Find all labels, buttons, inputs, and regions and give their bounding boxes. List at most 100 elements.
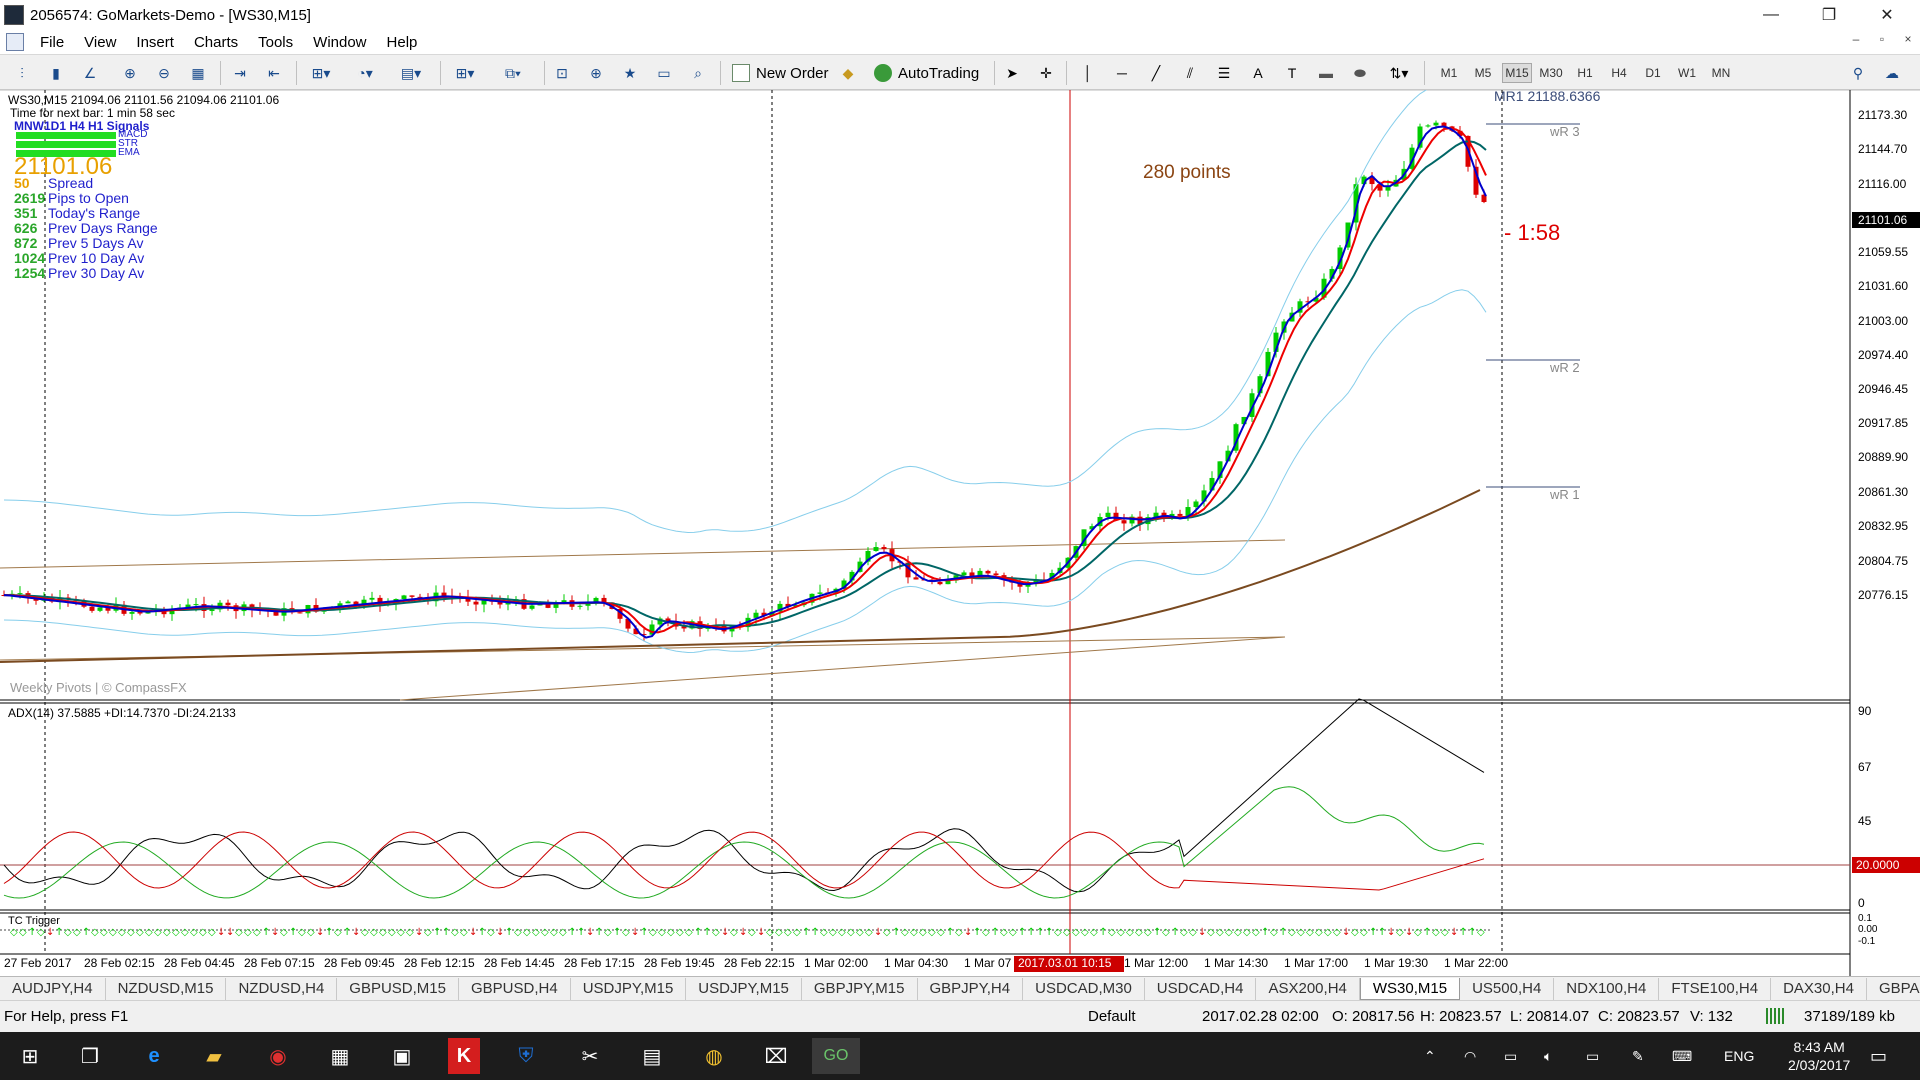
chart-canvas[interactable]: ◇ ◇ ↑ ◇ ↓ ↑ ◇ ◇ ↑ ◇ ◇ ◇ ◇ ◇ ◇ ◇ ◇ ◇ ◇ ◇ ◇ ◇ ◇ ↓ ↓ ◇ ◇ ◇ ↑ ↓ ◇ ↑ ◇ ◇ ↓ ↑ ◇ ↑ ↓ ◇… xyxy=(0,90,1920,976)
menu-file[interactable]: File xyxy=(30,34,74,51)
tf-mn-button[interactable]: MN xyxy=(1706,63,1736,83)
autoscroll-icon[interactable]: ⇤ xyxy=(262,61,286,85)
navigator-icon[interactable]: ★ xyxy=(618,61,642,85)
chat-icon[interactable]: ☁ xyxy=(1880,61,1904,85)
market-watch-icon[interactable]: ⊡ xyxy=(550,61,574,85)
crosshair-tool-icon[interactable]: ✛ xyxy=(1034,61,1058,85)
chart-tab[interactable]: GBPJPY,H4 xyxy=(918,977,1024,1000)
chart-tab[interactable]: ASX200,H4 xyxy=(1256,977,1360,1000)
mdi-restore-button[interactable]: ▫ xyxy=(1870,32,1894,46)
battery-icon[interactable]: ▭ xyxy=(1586,1032,1599,1080)
tf-m15-button[interactable]: M15 xyxy=(1502,63,1532,83)
menu-window[interactable]: Window xyxy=(303,34,376,51)
chart-tab[interactable]: USDCAD,M30 xyxy=(1023,977,1145,1000)
chart-shift-icon[interactable]: ⇥ xyxy=(228,61,252,85)
chart-tab[interactable]: NZDUSD,H4 xyxy=(226,977,338,1000)
gomarkets-icon[interactable]: GO xyxy=(812,1038,860,1074)
tf-h1-button[interactable]: H1 xyxy=(1570,63,1600,83)
channel-support-line[interactable] xyxy=(399,636,1286,701)
chart-tab[interactable]: USDCAD,H4 xyxy=(1145,977,1257,1000)
chart-window[interactable]: ◇ ◇ ↑ ◇ ↓ ↑ ◇ ◇ ↑ ◇ ◇ ◇ ◇ ◇ ◇ ◇ ◇ ◇ ◇ ◇ ◇ ◇ ◇ ↓ ↓ ◇ ◇ ◇ ↑ ↓ ◇ ↑ ◇ ◇ ↓ ↑ ◇ ↑ ↓ ◇… xyxy=(0,88,1920,976)
wifi-icon[interactable]: ◠ xyxy=(1464,1032,1476,1080)
channel-icon[interactable]: ⫽ xyxy=(1178,61,1202,85)
zoom-in-icon[interactable]: ⊕ xyxy=(118,61,142,85)
chart-tab[interactable]: GBPUSD,H4 xyxy=(459,977,571,1000)
menu-insert[interactable]: Insert xyxy=(126,34,184,51)
chart-tab[interactable]: DAX30,H4 xyxy=(1771,977,1867,1000)
chart-tab[interactable]: GBPJPY,M15 xyxy=(802,977,918,1000)
maximize-button[interactable]: ❐ xyxy=(1806,0,1852,30)
autotrading-button[interactable]: AutoTrading xyxy=(868,61,985,85)
zoom-out-icon[interactable]: ⊖ xyxy=(152,61,176,85)
text-label-icon[interactable]: T xyxy=(1280,61,1304,85)
bar-chart-icon[interactable]: ⫶ xyxy=(10,61,34,85)
pen-icon[interactable]: ✎ xyxy=(1632,1032,1644,1080)
new-chart-icon[interactable]: ⊞▾ xyxy=(448,61,482,85)
metaeditor-icon[interactable]: ◆ xyxy=(836,61,860,85)
chart-tab[interactable]: USDJPY,M15 xyxy=(571,977,687,1000)
shield-icon[interactable]: ⛨ xyxy=(502,1038,550,1074)
close-button[interactable]: ✕ xyxy=(1864,0,1910,30)
menu-view[interactable]: View xyxy=(74,34,126,51)
text-icon[interactable]: A xyxy=(1246,61,1270,85)
ellipse-icon[interactable]: ⬬ xyxy=(1348,61,1372,85)
chart-tab[interactable]: WS30,M15 xyxy=(1359,977,1461,1000)
language-indicator[interactable]: ENG xyxy=(1724,1032,1754,1080)
candlestick-icon[interactable]: ▮ xyxy=(44,61,68,85)
fibonacci-icon[interactable]: ☰ xyxy=(1212,61,1236,85)
screen-icon[interactable]: ▤ xyxy=(628,1038,676,1074)
document-icon[interactable] xyxy=(6,33,24,51)
tf-h4-button[interactable]: H4 xyxy=(1604,63,1634,83)
rectangle-icon[interactable]: ▬ xyxy=(1314,61,1338,85)
connection-icon[interactable] xyxy=(1766,1008,1784,1024)
vertical-line-icon[interactable]: │ xyxy=(1076,61,1100,85)
menu-help[interactable]: Help xyxy=(377,34,428,51)
new-order-button[interactable]: New Order xyxy=(726,61,835,85)
chart-tab[interactable]: NDX100,H4 xyxy=(1554,977,1660,1000)
network-icon[interactable]: ▭ xyxy=(1504,1032,1517,1080)
chart-tab[interactable]: US500,H4 xyxy=(1460,977,1555,1000)
file-explorer-icon[interactable]: ▰ xyxy=(190,1038,238,1074)
k-app-icon[interactable]: K xyxy=(448,1038,480,1074)
volume-icon[interactable]: 🔈︎ xyxy=(1544,1032,1552,1080)
tf-m5-button[interactable]: M5 xyxy=(1468,63,1498,83)
menu-tools[interactable]: Tools xyxy=(248,34,303,51)
channel-upper-line[interactable] xyxy=(0,539,1286,569)
camera-icon[interactable]: ⌧ xyxy=(752,1038,800,1074)
mdi-close-button[interactable]: × xyxy=(1896,32,1920,46)
trendline-icon[interactable]: ╱ xyxy=(1144,61,1168,85)
strategy-tester-icon[interactable]: ⌕ xyxy=(686,61,710,85)
chart-tab[interactable]: GBPAUD, xyxy=(1867,978,1920,1000)
mdi-minimize-button[interactable]: – xyxy=(1844,32,1868,46)
chrome-icon[interactable]: ◍ xyxy=(690,1038,738,1074)
edge-icon[interactable]: e xyxy=(130,1038,178,1074)
status-profile[interactable]: Default xyxy=(1088,1008,1136,1025)
tray-chevron-icon[interactable]: ⌃ xyxy=(1424,1032,1436,1080)
arrows-icon[interactable]: ⇅▾ xyxy=(1382,61,1416,85)
task-view-icon[interactable]: ❐ xyxy=(66,1038,114,1074)
indicators-icon[interactable]: ⊞▾ xyxy=(304,61,338,85)
minimize-button[interactable]: — xyxy=(1748,0,1794,30)
cursor-icon[interactable]: ➤ xyxy=(1000,61,1024,85)
line-chart-icon[interactable]: ∠ xyxy=(78,61,102,85)
tile-windows-icon[interactable]: ▦ xyxy=(186,61,210,85)
profiles-icon[interactable]: ⧉▾ xyxy=(496,61,530,85)
keyboard-icon[interactable]: ⌨ xyxy=(1672,1032,1692,1080)
chart-tab[interactable]: USDJPY,M15 xyxy=(686,977,802,1000)
templates-icon[interactable]: ▤▾ xyxy=(394,61,428,85)
menu-charts[interactable]: Charts xyxy=(184,34,248,51)
chart-tab[interactable]: FTSE100,H4 xyxy=(1659,977,1772,1000)
periods-icon[interactable]: ◔▾ xyxy=(348,61,382,85)
chart-tab[interactable]: GBPUSD,M15 xyxy=(337,977,459,1000)
crosshair-icon[interactable]: ⊕ xyxy=(584,61,608,85)
clock[interactable]: 8:43 AM 2/03/2017 xyxy=(1788,1032,1850,1080)
app-red-icon[interactable]: ◉ xyxy=(254,1038,302,1074)
chart-tab[interactable]: NZDUSD,M15 xyxy=(106,977,227,1000)
snipping-tool-icon[interactable]: ✂ xyxy=(566,1038,614,1074)
tf-m30-button[interactable]: M30 xyxy=(1536,63,1566,83)
tf-w1-button[interactable]: W1 xyxy=(1672,63,1702,83)
notifications-icon[interactable]: ▭ xyxy=(1870,1032,1887,1080)
start-icon[interactable]: ⊞ xyxy=(6,1038,54,1074)
calculator-icon[interactable]: ▦ xyxy=(316,1038,364,1074)
chart-tab[interactable]: AUDJPY,H4 xyxy=(0,977,106,1000)
